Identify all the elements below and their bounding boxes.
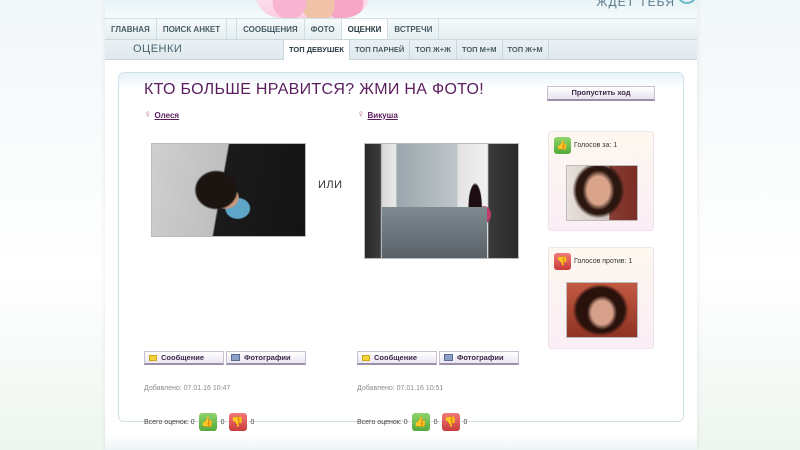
profile-card-left: ♀ Олеся Сообщение Фотографии Добавлено: …: [144, 109, 344, 431]
profile-card-right: ♀ Викуша Сообщение Фотографии Добавлено:…: [357, 109, 557, 431]
envelope-icon: [362, 354, 370, 361]
photos-button-label: Фотографии: [457, 353, 504, 362]
footer-strip: [105, 434, 697, 450]
score-row: Всего оценок: 0 👍 0 👎 0: [357, 413, 467, 431]
header-link[interactable]: ЖДЁТ ТЕБЯ: [596, 0, 675, 9]
down-count: 0: [250, 418, 255, 426]
message-button-label: Сообщение: [374, 353, 418, 362]
profile-name-row: ♀ Олеся: [144, 109, 344, 121]
profile-photo-right[interactable]: [364, 143, 519, 259]
thumb-down-icon[interactable]: 👎: [228, 413, 247, 431]
votes-against-label: Голосов против: 1: [574, 258, 633, 265]
photo-album-icon: [231, 354, 240, 361]
header-banner-image: [255, 0, 370, 18]
profile-actions: Сообщение Фотографии: [357, 351, 519, 365]
profile-name-row: ♀ Викуша: [357, 109, 557, 121]
tab-top-guys[interactable]: ТОП ПАРНЕЙ: [350, 40, 411, 60]
header: ЖДЁТ ТЕБЯ: [105, 0, 697, 18]
nav-spacer: [227, 19, 238, 39]
tab-top-girls[interactable]: ТОП ДЕВУШЕК: [283, 40, 350, 60]
total-ratings-label: Всего оценок: 0: [357, 418, 408, 426]
voter-photo-against[interactable]: [566, 282, 638, 338]
female-symbol-icon: ♀: [144, 109, 152, 120]
votes-for-header: 👍 Голосов за: 1: [554, 137, 617, 154]
profile-name-link[interactable]: Олеся: [155, 111, 180, 120]
female-symbol-icon: ♀: [357, 109, 365, 120]
votes-for-label: Голосов за: 1: [574, 142, 618, 149]
envelope-icon: [149, 354, 157, 361]
message-button-label: Сообщение: [161, 353, 205, 362]
thumb-down-icon: 👎: [554, 253, 571, 270]
up-count: 0: [433, 418, 438, 426]
tab-top-ff[interactable]: ТОП Ж+Ж: [410, 40, 457, 60]
photo-album-icon: [444, 354, 453, 361]
photos-button[interactable]: Фотографии: [226, 351, 306, 365]
thumb-up-icon[interactable]: 👍: [411, 413, 430, 431]
section-title: ОЦЕНКИ: [133, 43, 183, 55]
nav-item-ratings[interactable]: ОЦЕНКИ: [341, 19, 389, 39]
page-title: КТО БОЛЬШЕ НРАВИТСЯ? ЖМИ НА ФОТО!: [144, 81, 485, 98]
rating-tabs: ТОП ДЕВУШЕК ТОП ПАРНЕЙ ТОП Ж+Ж ТОП М+М Т…: [283, 40, 549, 60]
nav-item-photos[interactable]: ФОТО: [305, 19, 342, 39]
nav-item-meetings[interactable]: ВСТРЕЧИ: [388, 19, 440, 39]
main-nav: ГЛАВНАЯ ПОИСК АНКЕТ СООБЩЕНИЯ ФОТО ОЦЕНК…: [105, 18, 697, 40]
added-date: Добавлено: 07.01.16 10:51: [357, 385, 444, 392]
thumb-down-icon[interactable]: 👎: [441, 413, 460, 431]
votes-against-panel: 👎 Голосов против: 1: [548, 247, 654, 349]
nav-item-messages[interactable]: СООБЩЕНИЯ: [237, 19, 305, 39]
page-container: ЖДЁТ ТЕБЯ ГЛАВНАЯ ПОИСК АНКЕТ СООБЩЕНИЯ …: [105, 0, 697, 450]
total-ratings-label: Всего оценок: 0: [144, 418, 195, 426]
down-count: 0: [463, 418, 468, 426]
rating-panel: КТО БОЛЬШЕ НРАВИТСЯ? ЖМИ НА ФОТО! Пропус…: [118, 72, 684, 431]
or-separator: ИЛИ: [318, 179, 343, 191]
photos-button-label: Фотографии: [244, 353, 291, 362]
voter-photo-for[interactable]: [566, 165, 638, 221]
nav-item-search[interactable]: ПОИСК АНКЕТ: [157, 19, 228, 39]
profile-name-link[interactable]: Викуша: [368, 111, 398, 120]
nav-item-home[interactable]: ГЛАВНАЯ: [105, 19, 157, 39]
thumb-up-icon: 👍: [554, 137, 571, 154]
sub-nav: ОЦЕНКИ ТОП ДЕВУШЕК ТОП ПАРНЕЙ ТОП Ж+Ж ТО…: [105, 40, 697, 60]
thumb-up-icon[interactable]: 👍: [198, 413, 217, 431]
up-count: 0: [220, 418, 225, 426]
tab-top-fm[interactable]: ТОП Ж+М: [503, 40, 549, 60]
votes-against-header: 👎 Голосов против: 1: [554, 253, 632, 270]
photos-button[interactable]: Фотографии: [439, 351, 519, 365]
message-button[interactable]: Сообщение: [144, 351, 224, 365]
profile-photo-left[interactable]: [151, 143, 306, 237]
profile-actions: Сообщение Фотографии: [144, 351, 306, 365]
added-date: Добавлено: 07.01.16 10:47: [144, 385, 231, 392]
skip-turn-button[interactable]: Пропустить ход: [547, 86, 655, 101]
message-button[interactable]: Сообщение: [357, 351, 437, 365]
votes-for-panel: 👍 Голосов за: 1: [548, 131, 654, 231]
score-row: Всего оценок: 0 👍 0 👎 0: [144, 413, 254, 431]
header-badge-icon: [677, 0, 697, 4]
tab-top-mm[interactable]: ТОП М+М: [457, 40, 503, 60]
